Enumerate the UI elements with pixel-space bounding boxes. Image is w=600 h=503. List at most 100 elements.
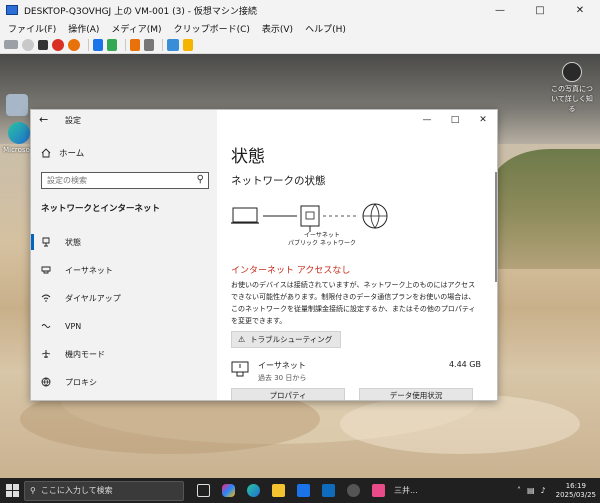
checkpoint-icon[interactable] <box>130 38 140 51</box>
revert-icon[interactable] <box>144 38 154 51</box>
minimize-button[interactable]: — <box>480 0 520 20</box>
menu-clipboard[interactable]: クリップボード(C) <box>174 22 250 35</box>
start-button[interactable] <box>0 478 24 503</box>
turn-off-icon[interactable] <box>38 39 48 50</box>
outlook-icon[interactable] <box>317 480 339 502</box>
nav-item-label: 機内モード <box>65 349 105 359</box>
shutdown-icon[interactable] <box>52 38 64 51</box>
maximize-button[interactable]: □ <box>520 0 560 20</box>
nav-item-ethernet[interactable]: イーサネット <box>31 256 217 284</box>
diagram-caption-line2: パブリック ネットワーク <box>288 240 356 247</box>
share-icon[interactable] <box>183 38 193 51</box>
status-icon <box>41 237 51 247</box>
settings-nav: 状態 イーサネット ダイヤルアップ VPN 機内モード プロキシ <box>31 228 217 396</box>
properties-label: プロパティ <box>269 390 307 400</box>
ethernet-name: イーサネット <box>258 361 306 370</box>
host-window-title: DESKTOP-Q3OVHGJ 上の VM-001 (3) - 仮想マシン接続 <box>24 6 257 17</box>
save-state-icon[interactable] <box>68 38 80 51</box>
edge-icon <box>8 122 30 144</box>
nav-item-label: ダイヤルアップ <box>65 293 121 303</box>
settings-close-button[interactable]: ✕ <box>469 110 497 130</box>
back-arrow-icon[interactable]: ← <box>39 113 48 126</box>
warning-icon: ⚠ <box>238 335 246 344</box>
file-explorer-icon[interactable] <box>267 480 289 502</box>
settings-window: ホーム ⚲ ネットワークとインターネット 状態 イーサネッ <box>30 109 498 401</box>
internet-globe-icon <box>362 203 388 229</box>
network-icon[interactable]: ▤ <box>527 486 535 495</box>
troubleshoot-button[interactable]: ⚠ トラブルシューティング <box>231 331 342 348</box>
windows-icon <box>5 484 19 497</box>
ethernet-adapter-icon <box>300 205 320 232</box>
pause-icon[interactable] <box>93 38 103 51</box>
airplane-icon <box>41 349 51 359</box>
settings-title: 設定 <box>65 116 81 125</box>
settings-sidebar: ホーム ⚲ ネットワークとインターネット 状態 イーサネッ <box>31 110 217 400</box>
taskbar-app-label[interactable]: 三井... <box>394 485 418 496</box>
settings-maximize-button[interactable]: □ <box>441 110 469 130</box>
home-link[interactable]: ホーム <box>41 147 84 159</box>
menu-media[interactable]: メディア(M) <box>111 22 161 35</box>
scrollbar[interactable] <box>495 172 497 282</box>
photos-icon[interactable] <box>367 480 389 502</box>
clock-time: 16:19 <box>565 481 586 490</box>
ethernet-period: 過去 30 日から <box>258 374 307 382</box>
page-title: 状態 <box>231 147 265 167</box>
nav-item-dialup[interactable]: ダイヤルアップ <box>31 284 217 312</box>
data-usage-label: データ使用状況 <box>389 390 443 400</box>
edge-icon[interactable] <box>242 480 264 502</box>
close-button[interactable]: ✕ <box>560 0 600 20</box>
store-icon[interactable] <box>292 480 314 502</box>
nav-item-airplane[interactable]: 機内モード <box>31 340 217 368</box>
home-label: ホーム <box>59 149 85 159</box>
properties-button[interactable]: プロパティ <box>231 388 345 400</box>
volume-icon[interactable]: ♪ <box>541 486 546 495</box>
nav-item-status[interactable]: 状態 <box>31 228 217 256</box>
menu-action[interactable]: 操作(A) <box>68 22 99 35</box>
taskbar-apps: 三井... <box>192 480 418 502</box>
desktop-icon-recycle[interactable] <box>6 94 28 118</box>
globe-icon <box>41 377 51 387</box>
taskbar-search[interactable]: ⚲ ここに入力して検索 <box>24 480 184 501</box>
host-menubar: ファイル(F) 操作(A) メディア(M) クリップボード(C) 表示(V) ヘ… <box>0 20 600 36</box>
system-tray: ˄ ▤ ♪ 16:19 2025/03/25 <box>517 478 596 503</box>
nav-item-vpn[interactable]: VPN <box>31 312 217 340</box>
menu-file[interactable]: ファイル(F) <box>8 22 56 35</box>
clock[interactable]: 16:19 2025/03/25 <box>556 482 596 500</box>
chevron-up-icon[interactable]: ˄ <box>517 486 521 495</box>
menu-help[interactable]: ヘルプ(H) <box>305 22 346 35</box>
settings-gear-icon[interactable] <box>342 480 364 502</box>
clock-date: 2025/03/25 <box>555 490 596 499</box>
reset-icon[interactable] <box>107 38 117 51</box>
settings-titlebar: ← 設定 — □ ✕ <box>31 110 497 130</box>
enhanced-session-icon[interactable] <box>167 38 179 51</box>
vpn-icon <box>41 321 51 331</box>
settings-minimize-button[interactable]: — <box>413 110 441 130</box>
ctrl-alt-del-icon[interactable] <box>4 40 18 49</box>
nav-item-proxy[interactable]: プロキシ <box>31 368 217 396</box>
start-icon[interactable] <box>22 38 34 51</box>
network-diagram <box>231 203 388 232</box>
home-icon <box>41 148 51 158</box>
host-titlebar: DESKTOP-Q3OVHGJ 上の VM-001 (3) - 仮想マシン接続 … <box>0 0 600 20</box>
search-input[interactable] <box>47 176 187 185</box>
search-icon[interactable]: ⚲ <box>197 174 204 185</box>
nav-item-label: プロキシ <box>65 377 97 387</box>
nav-item-label: VPN <box>65 321 82 331</box>
action-buttons: プロパティ データ使用状況 <box>231 388 481 400</box>
dialup-icon <box>41 293 51 303</box>
settings-search[interactable]: ⚲ <box>41 172 209 189</box>
camera-icon <box>562 62 582 82</box>
search-icon: ⚲ <box>30 486 36 495</box>
menu-view[interactable]: 表示(V) <box>262 22 293 35</box>
status-description: お使いのデバイスは接続されていますが、ネットワーク上のものにはアクセスできない可… <box>231 281 476 325</box>
copilot-icon[interactable] <box>217 480 239 502</box>
task-view-icon[interactable] <box>192 480 214 502</box>
taskbar: ⚲ ここに入力して検索 三井... ˄ ▤ ♪ 16:19 2025/03/25 <box>0 478 600 503</box>
settings-main: 状態 ネットワークの状態 イーサネット パブリック ネットワーク インターネット… <box>217 110 497 400</box>
data-usage-button[interactable]: データ使用状況 <box>359 388 473 400</box>
ethernet-usage-row: イーサネット 過去 30 日から 4.44 GB <box>231 357 481 385</box>
nav-item-label: イーサネット <box>65 265 113 275</box>
nav-item-label: 状態 <box>65 237 81 247</box>
ethernet-icon <box>41 265 51 275</box>
desktop-icon-spotlight[interactable]: この写真について詳しく知る <box>548 62 596 114</box>
